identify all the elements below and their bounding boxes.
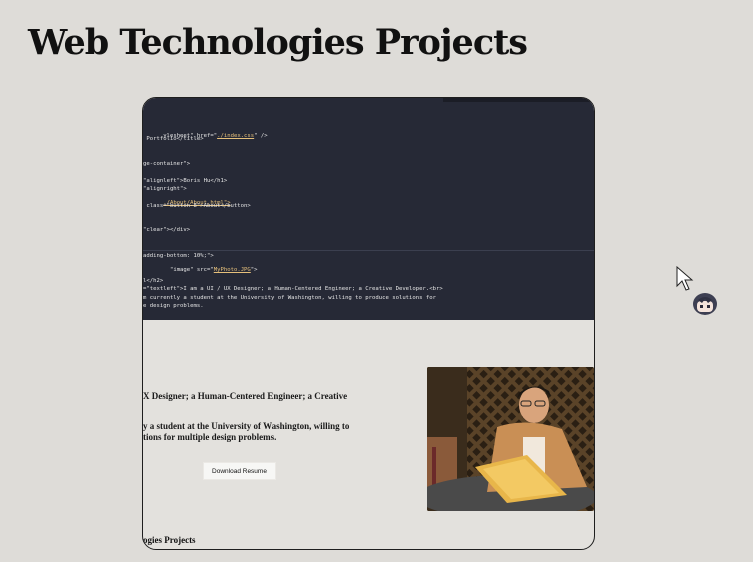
code-line: class="button-8">About</button> [143,203,251,209]
code-line: Portfolio</title> [143,136,204,142]
code-line: "alignright"> [143,186,187,192]
mouse-cursor-icon [676,265,696,297]
student-text-line-2: tions for multiple design problems. [143,432,277,442]
code-line: l</h2> [143,278,164,284]
code-line: "image" src="MyPhoto.JPG"> [163,267,258,273]
code-line: ge-container"> [143,161,191,167]
code-line: "clear"></div> [143,227,191,233]
code-line: "alignleft">Boris Hu</h1> [143,178,228,184]
project-card[interactable]: ylesheet" href="./index.css" /> Portfoli… [142,97,595,550]
code-line: m currently a student at the University … [143,295,436,301]
student-text-line-1: y a student at the University of Washing… [143,421,350,431]
profile-photo [427,367,594,511]
code-line: ="textleft">I am a UI / UX Designer; a H… [143,286,443,292]
anime-avatar-icon[interactable] [692,291,718,315]
section-title-partial: ogies Projects [143,535,196,545]
download-resume-button[interactable]: Download Resume [204,463,275,479]
intro-text: X Designer; a Human-Centered Engineer; a… [143,391,348,401]
page-title: Web Technologies Projects [28,22,528,63]
code-line: adding-bottom: 10%;"> [143,253,214,259]
code-divider [143,250,594,251]
code-line: e design problems. [143,303,204,309]
code-window-bar [443,98,594,102]
code-screenshot: ylesheet" href="./index.css" /> Portfoli… [143,98,594,320]
